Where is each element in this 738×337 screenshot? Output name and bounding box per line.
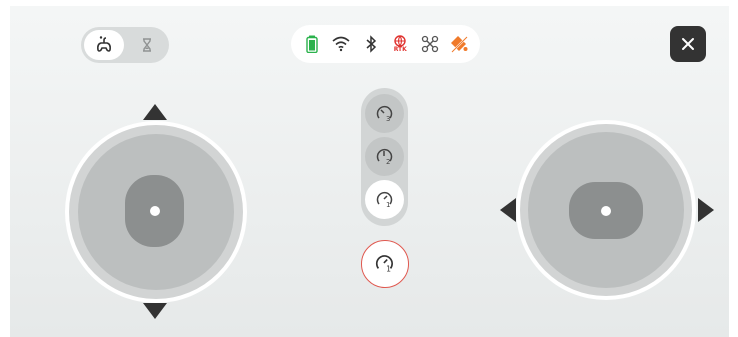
timer-mode-button[interactable] [128, 30, 166, 60]
no-paint-icon [448, 33, 470, 55]
left-joystick-up-arrow [143, 104, 167, 120]
speed-level-2-button[interactable]: 2 [365, 137, 404, 176]
close-icon [682, 38, 694, 50]
wifi-icon [330, 33, 352, 55]
bluetooth-icon [360, 33, 382, 55]
left-joystick-thumb[interactable] [125, 175, 184, 247]
mode-toggle[interactable] [81, 27, 169, 63]
right-joystick-thumb[interactable] [569, 182, 643, 239]
speed-level-3-button[interactable]: 3 [365, 94, 404, 133]
drone-icon [419, 33, 441, 55]
current-speed-button[interactable]: 1 [361, 240, 409, 288]
battery-icon [301, 33, 323, 55]
status-bar: RTK [291, 25, 480, 63]
speed-level-label: 2 [386, 158, 390, 166]
right-joystick-right-arrow [698, 198, 714, 222]
speedometer-icon: 3 [376, 105, 392, 123]
right-joystick-left-arrow [500, 198, 516, 222]
left-joystick-down-arrow [143, 303, 167, 319]
speed-level-1-button[interactable]: 1 [365, 180, 404, 219]
close-button[interactable] [670, 26, 706, 62]
speedometer-icon: 2 [376, 148, 392, 166]
speed-level-label: 1 [386, 201, 390, 209]
hourglass-icon [143, 38, 151, 52]
left-joystick-center-dot [149, 206, 160, 216]
gamepad-icon [97, 36, 111, 52]
rtk-label: RTK [393, 46, 407, 53]
speed-level-label: 3 [386, 115, 390, 123]
right-joystick-center-dot [601, 205, 611, 216]
speed-selector: 3 2 1 [361, 88, 408, 226]
gamepad-mode-button[interactable] [84, 30, 124, 60]
current-speed-label: 1 [386, 265, 391, 274]
speedometer-icon: 1 [375, 255, 393, 274]
speedometer-icon: 1 [376, 191, 392, 209]
rtk-icon: RTK [389, 33, 411, 55]
